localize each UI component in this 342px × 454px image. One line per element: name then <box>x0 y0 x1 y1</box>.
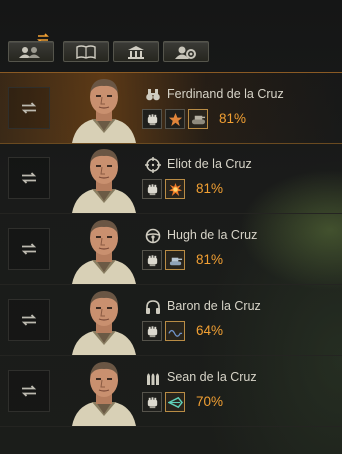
shell-speed-icon <box>167 396 183 408</box>
crew-name: Eliot de la Cruz <box>167 157 252 171</box>
skill-slot[interactable] <box>165 109 185 129</box>
skills-bar <box>142 250 185 272</box>
swap-crew-button[interactable] <box>8 87 50 129</box>
headphones-icon <box>146 300 160 314</box>
skill-slot[interactable] <box>142 109 162 129</box>
fist-icon <box>147 183 157 195</box>
crew-settings-button[interactable] <box>163 41 209 62</box>
crew-member-row[interactable]: Eliot de la Cruz 81% <box>0 143 342 214</box>
crew-swap-icon <box>19 46 40 58</box>
crew-member-row[interactable]: Hugh de la Cruz 81% <box>0 214 342 285</box>
swap-icon <box>21 385 37 397</box>
skills-bar <box>142 392 185 414</box>
skills-bar <box>142 179 185 201</box>
crew-book-button[interactable] <box>63 41 109 62</box>
barracks-button[interactable] <box>113 41 159 62</box>
radio-wave-icon <box>167 329 182 337</box>
skill-slot[interactable] <box>165 250 185 270</box>
skill-slot[interactable] <box>188 109 208 129</box>
crew-portrait <box>68 358 140 426</box>
swap-crew-button[interactable] <box>8 157 50 199</box>
crew-name: Baron de la Cruz <box>167 299 261 313</box>
book-icon <box>76 44 96 59</box>
crew-member-row[interactable]: Ferdinand de la Cruz 81% <box>0 72 342 144</box>
fist-icon <box>147 254 157 266</box>
crew-name: Sean de la Cruz <box>167 370 257 384</box>
skill-progress-percent: 64% <box>196 323 224 338</box>
swap-icon <box>21 172 37 184</box>
fist-icon <box>147 325 157 337</box>
swap-icon <box>21 102 37 114</box>
barracks-icon <box>128 45 144 59</box>
skill-progress-percent: 70% <box>196 394 224 409</box>
skill-progress-percent: 81% <box>196 252 224 267</box>
skill-slot[interactable] <box>165 179 185 199</box>
skill-slot[interactable] <box>142 392 162 412</box>
crew-member-row[interactable]: Baron de la Cruz 64% <box>0 285 342 356</box>
crew-portrait <box>68 216 140 284</box>
skill-slot[interactable] <box>165 321 185 341</box>
crew-portrait <box>68 145 140 213</box>
explosion-icon <box>168 182 182 196</box>
crew-portrait <box>68 287 140 355</box>
crew-swap-button[interactable] <box>8 41 54 62</box>
swap-crew-button[interactable] <box>8 299 50 341</box>
tank-tracks-icon <box>191 115 205 124</box>
crew-settings-icon <box>175 46 196 59</box>
binoculars-icon <box>146 89 160 101</box>
crew-name: Hugh de la Cruz <box>167 228 258 242</box>
skills-bar <box>142 321 185 343</box>
skill-progress-percent: 81% <box>196 181 224 196</box>
ammo-icon <box>147 373 159 385</box>
skill-slot[interactable] <box>142 321 162 341</box>
skill-slot[interactable] <box>142 179 162 199</box>
crosshair-icon <box>145 157 161 173</box>
crew-portrait <box>68 75 140 143</box>
swap-crew-button[interactable] <box>8 228 50 270</box>
skill-progress-percent: 81% <box>219 111 247 126</box>
fist-icon <box>147 113 157 125</box>
tank-drive-icon <box>169 257 182 265</box>
crew-name: Ferdinand de la Cruz <box>167 87 284 101</box>
crew-member-row[interactable]: Sean de la Cruz 70% <box>0 356 342 427</box>
swap-icon <box>21 314 37 326</box>
swap-icon <box>21 243 37 255</box>
crew-toolbar <box>0 0 342 70</box>
fist-icon <box>147 396 157 408</box>
commander-star-icon <box>168 112 182 126</box>
swap-crew-button[interactable] <box>8 370 50 412</box>
skill-slot[interactable] <box>142 250 162 270</box>
skills-bar <box>142 109 208 131</box>
steering-wheel-icon <box>145 228 161 244</box>
skill-slot[interactable] <box>165 392 185 412</box>
